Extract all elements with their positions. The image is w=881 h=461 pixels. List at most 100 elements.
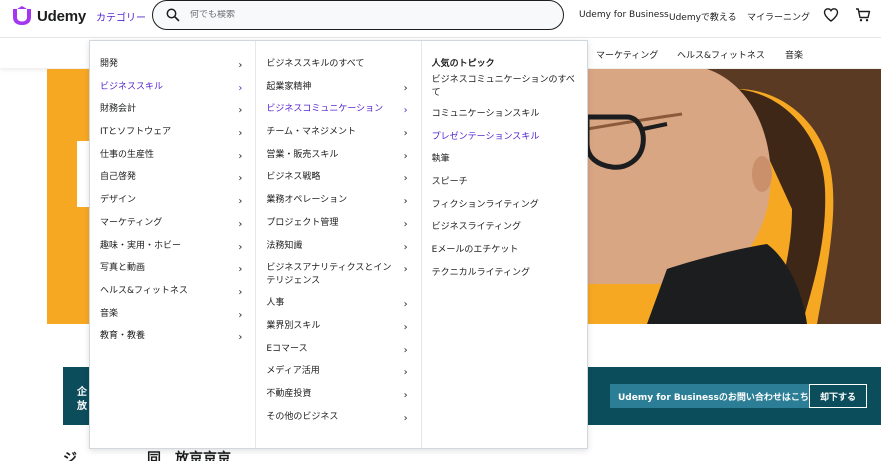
menu-category-2[interactable]: 財務会計 › [90, 100, 255, 123]
menu-subcategory-1[interactable]: 起業家精神 › [256, 78, 420, 101]
menu-subcategory-label: 不動産投資 [266, 388, 312, 399]
menu-category-0[interactable]: 開発 › [90, 55, 255, 78]
menu-category-label: ビジネススキル [100, 81, 164, 92]
menu-topic-2[interactable]: プレゼンテーションスキル [422, 128, 587, 151]
menu-subcategory-4[interactable]: 営業・販売スキル › [256, 146, 420, 169]
contact-business-button[interactable]: Udemy for Businessのお問い合わせはこちら [610, 384, 826, 408]
my-learning-link[interactable]: マイラーニング [747, 10, 810, 23]
chevron-right-icon: › [238, 150, 243, 162]
udemy-logo-icon [13, 6, 31, 25]
chevron-right-icon: › [403, 344, 408, 356]
udemy-logo[interactable]: Udemy [10, 5, 86, 27]
menu-category-label: ITとソフトウェア [100, 127, 172, 138]
menu-topic-6[interactable]: ビジネスライティング [422, 218, 587, 241]
menu-topic-label: ビジネスコミュニケーションのすべて [431, 75, 575, 98]
menu-subcategory-10[interactable]: 人事 › [256, 294, 420, 317]
menu-subcategory-6[interactable]: 業務オペレーション › [256, 191, 420, 214]
chevron-right-icon: › [403, 241, 408, 253]
menu-category-label: 財務会計 [100, 104, 137, 115]
menu-subcategory-8[interactable]: 法務知識 › [256, 237, 420, 260]
chevron-right-icon: › [403, 105, 408, 117]
menu-subcategory-14[interactable]: 不動産投資 › [256, 385, 420, 408]
menu-topic-3[interactable]: 執筆 [422, 150, 587, 173]
menu-category-3[interactable]: ITとソフトウェア › [90, 123, 255, 146]
chevron-right-icon: › [238, 60, 243, 71]
menu-subcategory-3[interactable]: チーム・マネジメント › [256, 123, 420, 146]
menu-category-12[interactable]: 教育・教養 › [90, 327, 255, 350]
menu-category-6[interactable]: デザイン › [90, 191, 255, 214]
subnav-item-music[interactable]: 音楽 [785, 48, 803, 61]
menu-category-8[interactable]: 趣味・実用・ホビー › [90, 237, 255, 260]
search-bar[interactable] [152, 0, 564, 30]
search-icon[interactable] [166, 8, 180, 22]
menu-topic-4[interactable]: スピーチ [422, 173, 587, 196]
menu-subcategory-label: 起業家精神 [266, 81, 312, 92]
dismiss-button[interactable]: 却下する [809, 384, 868, 408]
chevron-right-icon: › [403, 389, 408, 401]
chevron-right-icon: › [238, 82, 243, 94]
categories-menu-link[interactable]: カテゴリー [96, 9, 146, 24]
menu-subcategory-15[interactable]: その他のビジネス › [256, 408, 420, 431]
menu-category-5[interactable]: 自己啓発 › [90, 168, 255, 191]
menu-category-1[interactable]: ビジネススキル › [90, 78, 255, 101]
chevron-right-icon: › [403, 150, 408, 162]
chevron-right-icon: › [403, 321, 408, 333]
chevron-right-icon: › [403, 367, 408, 379]
menu-topic-8[interactable]: テクニカルライティング [422, 264, 587, 287]
menu-subcategory-12[interactable]: Eコマース › [256, 340, 420, 363]
categories-mega-menu: 開発 › ビジネススキル › 財務会計 › ITとソフトウェア › 仕事の生産性 › 自己啓発 › デザ… [89, 40, 588, 449]
menu-subcategory-label: 人事 [266, 298, 285, 309]
udemy-for-business-link[interactable]: Udemy for Business [579, 10, 669, 20]
menu-topic-label: ビジネスライティング [431, 222, 521, 233]
menu-category-label: 教育・教養 [100, 331, 146, 342]
heart-icon[interactable] [823, 7, 839, 23]
popular-topics-heading: 人気のトピック [431, 59, 495, 69]
menu-topic-1[interactable]: コミュニケーションスキル [422, 105, 587, 128]
menu-category-9[interactable]: 写真と動画 › [90, 259, 255, 282]
section-title: ジ 同 放京京京 [63, 451, 231, 461]
menu-topic-5[interactable]: フィクションライティング [422, 196, 587, 219]
menu-category-label: 趣味・実用・ホビー [100, 240, 182, 251]
menu-subcategory-5[interactable]: ビジネス戦略 › [256, 168, 420, 191]
menu-topic-label: プレゼンテーションスキル [431, 131, 540, 142]
menu-category-label: 音楽 [100, 308, 119, 319]
menu-subcategory-label: ビジネスアナリティクスとインテリジェンス [266, 263, 392, 287]
search-input[interactable] [190, 10, 550, 20]
menu-topic-label: 執筆 [431, 154, 450, 165]
menu-category-10[interactable]: ヘルス&フィットネス › [90, 282, 255, 305]
chevron-right-icon: › [238, 218, 243, 230]
chevron-right-icon: › [403, 412, 408, 424]
cart-icon[interactable] [855, 7, 871, 23]
menu-subcategory-label: ビジネス戦略 [266, 172, 321, 183]
subnav-item-health-fitness[interactable]: ヘルス&フィットネス [677, 48, 765, 61]
chevron-right-icon: › [238, 173, 243, 185]
chevron-right-icon: › [403, 196, 408, 208]
menu-category-7[interactable]: マーケティング › [90, 214, 255, 237]
chevron-right-icon: › [238, 286, 243, 298]
menu-subcategory-label: その他のビジネス [266, 411, 339, 422]
teach-on-udemy-link[interactable]: Udemyで教える [669, 10, 737, 23]
menu-subcategory-label: チーム・マネジメント [266, 127, 357, 138]
banner-text-line-2: 放 [77, 401, 87, 412]
menu-category-11[interactable]: 音楽 › [90, 305, 255, 328]
chevron-right-icon: › [238, 264, 243, 276]
menu-topic-7[interactable]: Eメールのエチケット [422, 241, 587, 264]
menu-subcategory-13[interactable]: メディア活用 › [256, 362, 420, 385]
chevron-right-icon: › [403, 264, 408, 276]
menu-topic-label: フィクションライティング [431, 199, 539, 210]
menu-subcategory-9[interactable]: ビジネスアナリティクスとインテリジェンス › [256, 259, 420, 294]
menu-subcategory-11[interactable]: 業界別スキル › [256, 317, 420, 340]
hero-woman-photo [587, 69, 881, 324]
logo-text: Udemy [37, 7, 87, 25]
subnav-item-marketing[interactable]: マーケティング [596, 48, 658, 61]
chevron-right-icon: › [238, 196, 243, 208]
menu-topic-0[interactable]: ビジネスコミュニケーションのすべて [422, 71, 587, 105]
menu-subcategory-7[interactable]: プロジェクト管理 › [256, 214, 420, 237]
menu-category-label: 自己啓発 [100, 172, 137, 183]
menu-category-label: 写真と動画 [100, 263, 146, 274]
menu-subcategory-0[interactable]: ビジネススキルのすべて [256, 55, 420, 78]
menu-subcategory-label: 営業・販売スキル [266, 149, 339, 160]
menu-subcategory-2[interactable]: ビジネスコミュニケーション › [256, 100, 420, 123]
menu-category-4[interactable]: 仕事の生産性 › [90, 146, 255, 169]
menu-subcategory-label: ビジネスコミュニケーション [266, 104, 384, 115]
